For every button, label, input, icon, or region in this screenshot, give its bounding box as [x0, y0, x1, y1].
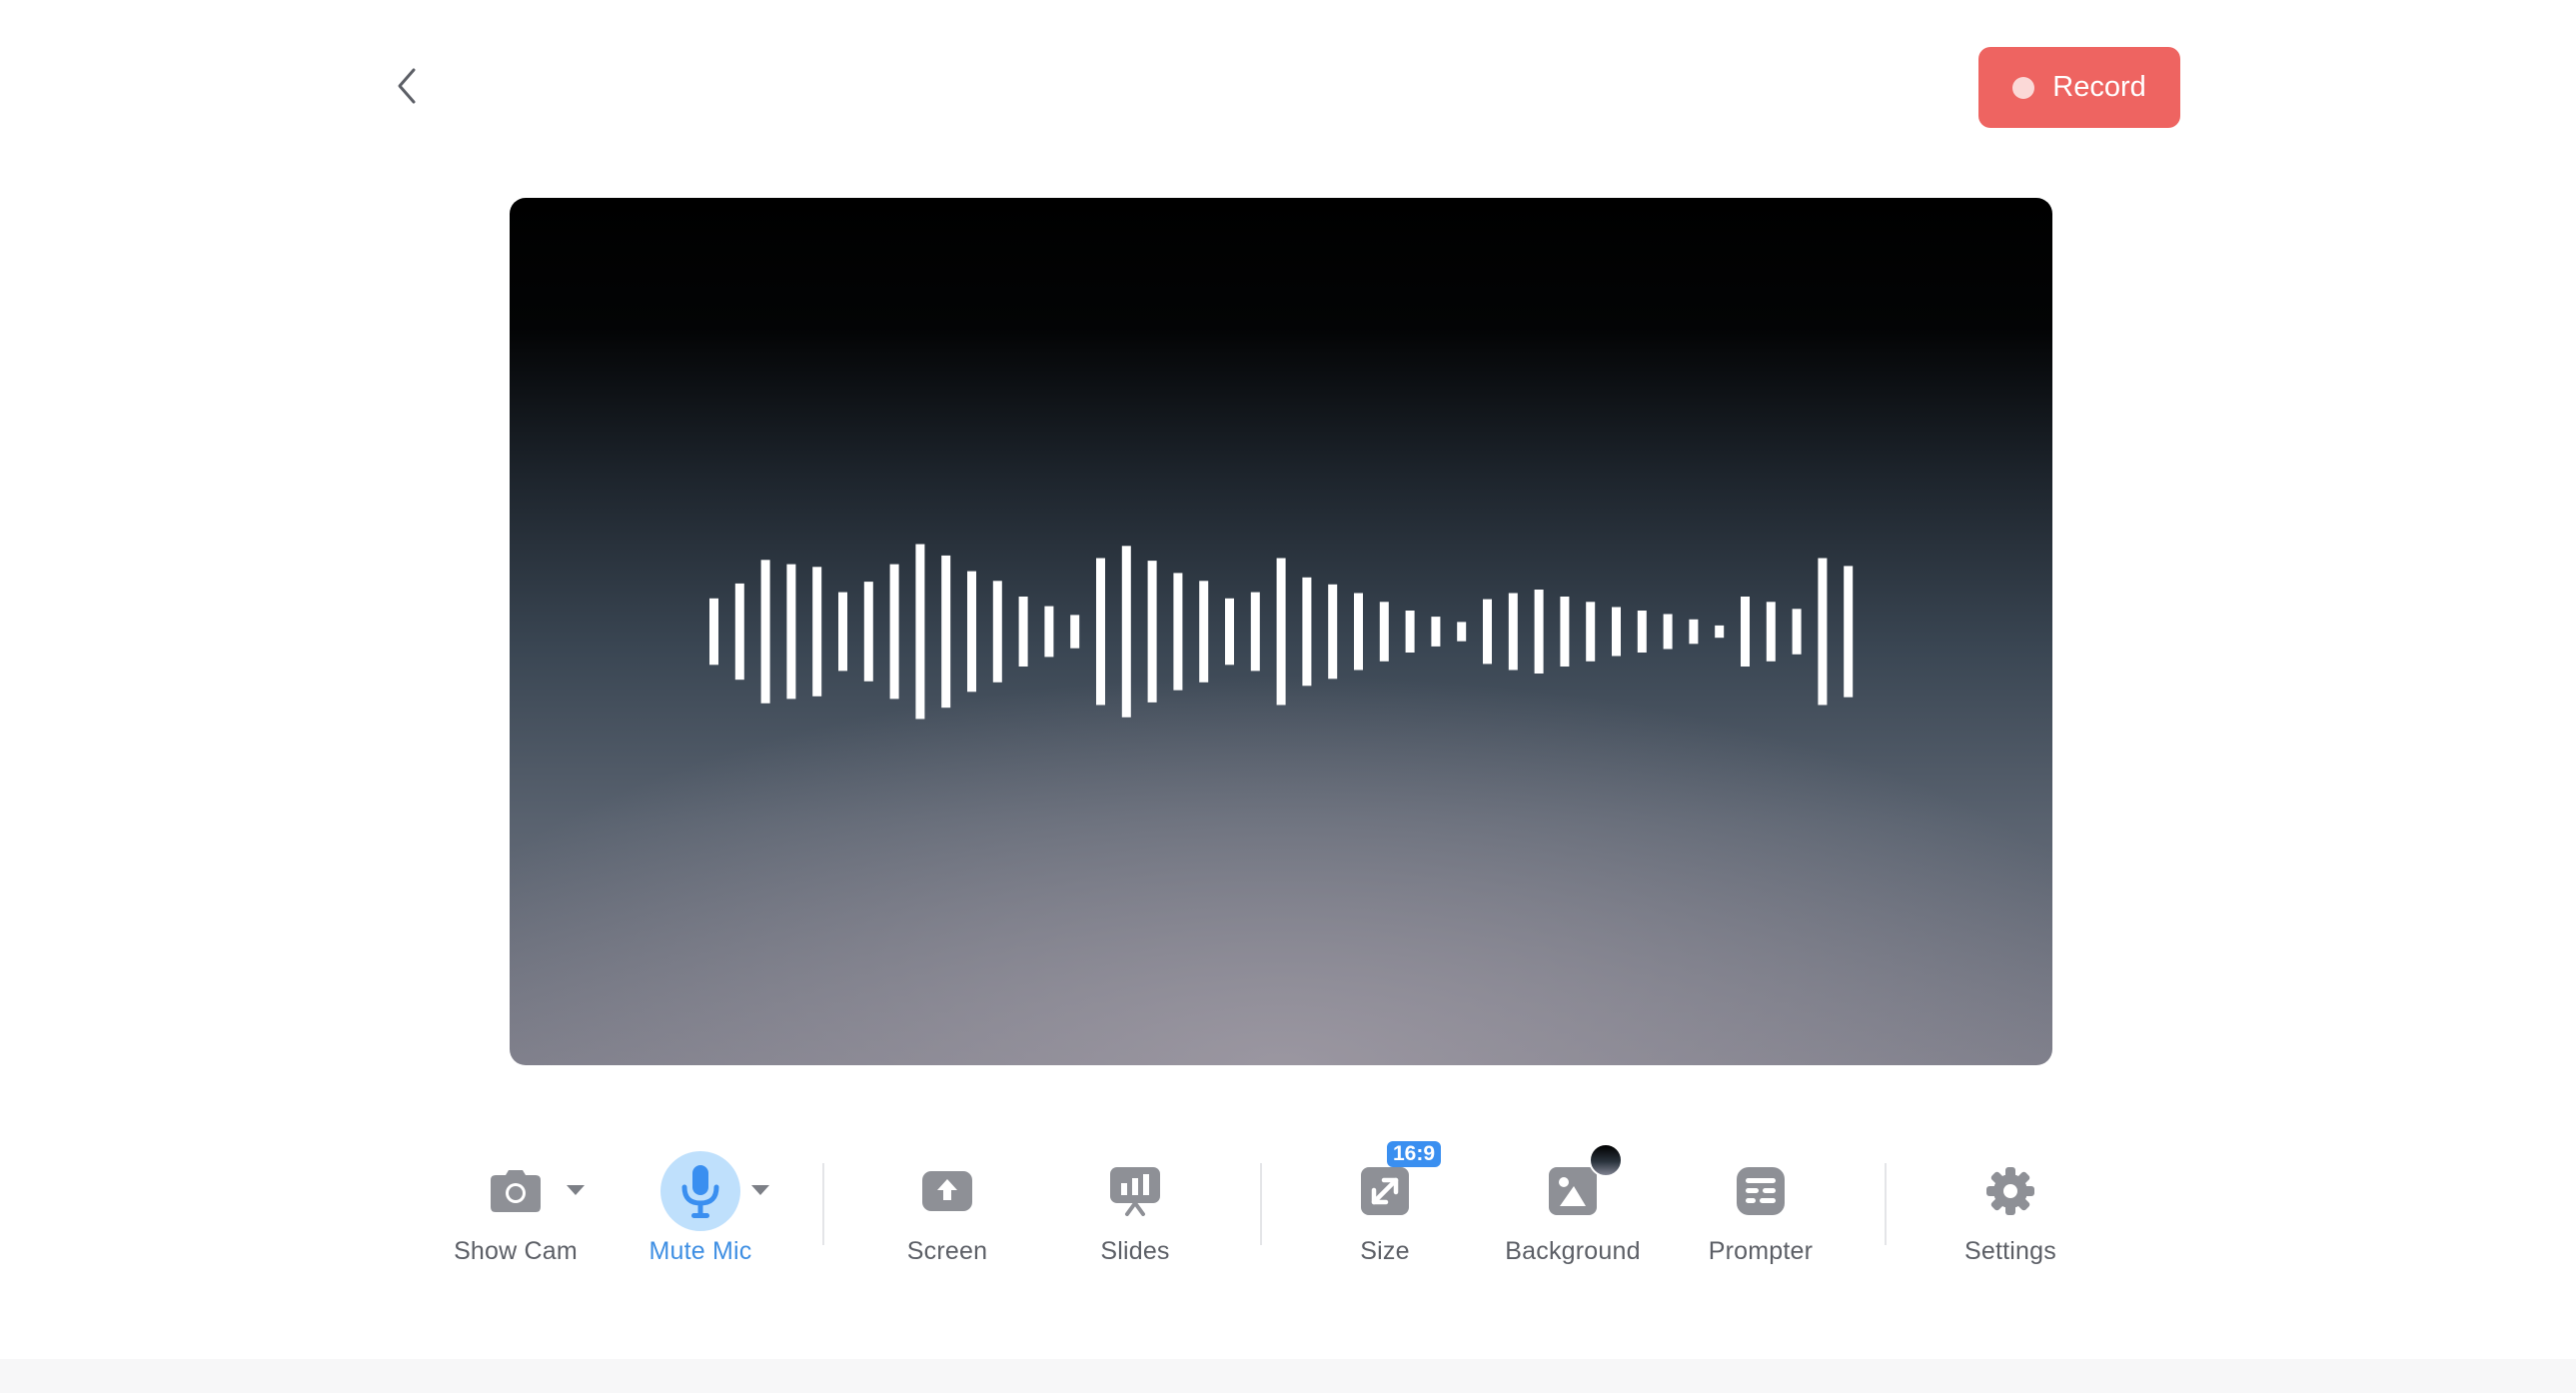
waveform-bar: [915, 544, 925, 719]
slides-button[interactable]: Slides: [1065, 1139, 1205, 1269]
record-button-label: Record: [2052, 71, 2146, 103]
waveform-bar: [1431, 617, 1441, 647]
prompter-button[interactable]: Prompter: [1691, 1139, 1831, 1269]
waveform-bar: [1560, 597, 1570, 667]
background-label: Background: [1505, 1237, 1641, 1265]
waveform-bar: [1070, 615, 1080, 649]
mic-options-chevron-down-icon[interactable]: [751, 1185, 769, 1195]
slides-icon: [1110, 1167, 1160, 1216]
microphone-icon: [681, 1165, 719, 1218]
resize-icon: [1361, 1167, 1409, 1215]
screen-label: Screen: [906, 1237, 988, 1265]
waveform-bar: [1534, 590, 1544, 674]
waveform-bar: [1354, 593, 1363, 671]
waveform-bar: [1637, 611, 1647, 653]
image-icon: [1549, 1167, 1597, 1215]
mute-mic-button[interactable]: Mute Mic: [631, 1139, 770, 1269]
waveform-bar: [812, 567, 822, 696]
waveform-bar: [1792, 609, 1802, 655]
waveform-bar: [1741, 597, 1750, 667]
waveform-bar: [889, 564, 899, 699]
toolbar-divider: [1260, 1163, 1262, 1245]
recording-studio: Record Show Cam Mute Mic Screen Slides 1…: [0, 0, 2576, 1393]
bottom-strip: [0, 1359, 2576, 1393]
waveform-bar: [1328, 584, 1338, 680]
screen-share-icon: [922, 1171, 972, 1211]
waveform-bar: [1483, 599, 1492, 665]
waveform-bar: [1766, 602, 1776, 662]
waveform-bar: [1096, 558, 1105, 705]
waveform-bar: [1121, 546, 1131, 717]
waveform-bar: [838, 592, 847, 672]
waveform-bar: [1715, 625, 1725, 639]
waveform-bar: [1225, 598, 1234, 666]
waveform-bar: [786, 564, 796, 699]
size-label: Size: [1360, 1237, 1410, 1265]
waveform-bar: [863, 582, 873, 682]
waveform-bar: [1586, 602, 1596, 662]
waveform-bar: [1199, 581, 1209, 683]
waveform-bar: [1147, 561, 1157, 702]
waveform-bar: [1173, 573, 1183, 691]
waveform-bar: [760, 560, 770, 703]
record-dot-icon: [2012, 76, 2035, 99]
waveform-bar: [1379, 602, 1389, 662]
waveform-bar: [734, 583, 744, 681]
waveform-bar: [1663, 614, 1673, 650]
waveform-bar: [1818, 558, 1828, 705]
background-button[interactable]: Background: [1488, 1139, 1658, 1269]
aspect-ratio-badge: 16:9: [1387, 1141, 1442, 1167]
waveform-bar: [1689, 619, 1699, 645]
waveform-bar: [1276, 558, 1286, 705]
control-toolbar: Show Cam Mute Mic Screen Slides 16:9 Siz…: [0, 1139, 2576, 1279]
camera-options-chevron-down-icon[interactable]: [567, 1185, 585, 1195]
back-button[interactable]: [386, 64, 430, 108]
toolbar-divider: [822, 1163, 824, 1245]
screen-button[interactable]: Screen: [877, 1139, 1017, 1269]
waveform-bar: [967, 571, 976, 693]
size-button[interactable]: 16:9 Size: [1315, 1139, 1455, 1269]
waveform-bar: [1457, 622, 1467, 642]
waveform-bar: [1508, 593, 1518, 671]
waveform-bar: [1612, 607, 1621, 657]
settings-label: Settings: [1964, 1237, 2056, 1265]
show-cam-button[interactable]: Show Cam: [446, 1139, 586, 1269]
show-cam-label: Show Cam: [454, 1237, 578, 1265]
waveform-bar: [1018, 597, 1028, 667]
waveform-bar: [1250, 592, 1260, 672]
waveform-bar: [709, 598, 718, 666]
video-preview: [510, 198, 2052, 1065]
settings-button[interactable]: Settings: [1940, 1139, 2080, 1269]
waveform-bar: [1302, 577, 1312, 687]
waveform-bar: [1844, 566, 1854, 697]
waveform-bar: [1405, 611, 1415, 653]
waveform-bar: [1044, 606, 1054, 658]
waveform-bar: [941, 555, 951, 708]
prompter-label: Prompter: [1708, 1237, 1814, 1265]
waveform-bar: [992, 581, 1002, 683]
chevron-left-icon: [398, 68, 416, 104]
toolbar-divider: [1885, 1163, 1887, 1245]
prompter-icon: [1737, 1167, 1785, 1215]
background-swatch: [1589, 1143, 1623, 1177]
slides-label: Slides: [1100, 1237, 1170, 1265]
mute-mic-label: Mute Mic: [648, 1237, 752, 1265]
audio-waveform: [709, 544, 1854, 719]
record-button[interactable]: Record: [1978, 47, 2180, 128]
camera-icon: [491, 1170, 541, 1212]
gear-icon: [1986, 1167, 2034, 1215]
